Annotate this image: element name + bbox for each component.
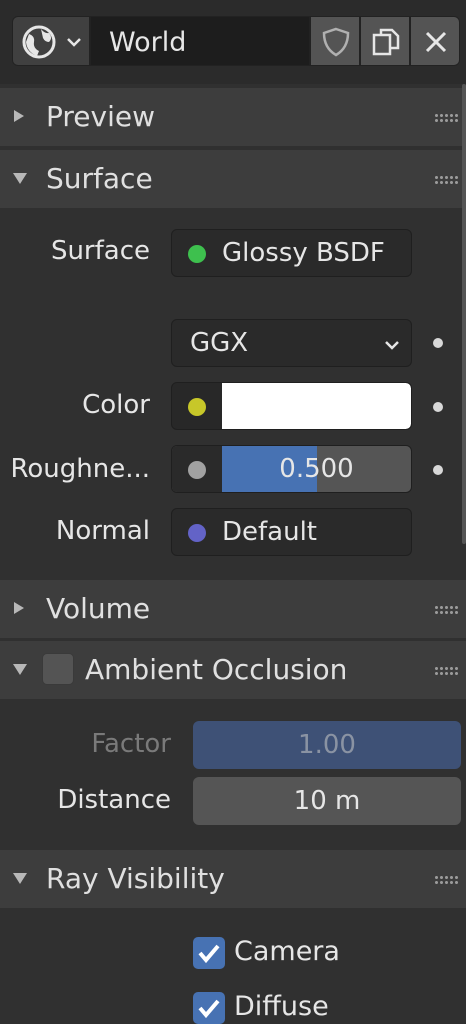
ao-enable-checkbox[interactable] (42, 653, 74, 685)
ao-distance-label: Distance (57, 785, 171, 815)
vector-socket-icon (188, 524, 206, 542)
keyframe-dot-icon[interactable] (433, 338, 443, 348)
world-icon (22, 25, 56, 59)
diffuse-label: Diffuse (234, 991, 329, 1022)
world-datablock-row: World (12, 16, 462, 66)
diffuse-checkbox[interactable] (193, 992, 225, 1024)
panel-surface-title: Surface (46, 162, 153, 195)
drag-handle-icon[interactable] (434, 605, 460, 615)
surface-shader-value: Glossy BSDF (222, 238, 385, 268)
roughness-slider[interactable]: 0.500 (171, 445, 412, 493)
float-socket-icon (188, 461, 206, 479)
fake-user-button[interactable] (310, 16, 360, 66)
drag-handle-icon[interactable] (434, 175, 460, 185)
ao-distance-field[interactable]: 10 m (193, 777, 461, 825)
surface-label: Surface (50, 236, 150, 266)
properties-header: World (0, 0, 466, 84)
duplicate-button[interactable] (360, 16, 410, 66)
color-swatch[interactable] (222, 383, 411, 429)
keyframe-dot-icon[interactable] (433, 465, 443, 475)
chevron-down-icon (385, 341, 399, 350)
panel-ray-visibility-title: Ray Visibility (46, 862, 225, 895)
surface-shader-field[interactable]: Glossy BSDF (171, 229, 412, 277)
panel-volume-title: Volume (46, 592, 151, 625)
panel-preview-header[interactable]: Preview (0, 88, 466, 146)
close-icon (425, 31, 447, 53)
camera-label: Camera (234, 936, 340, 967)
chevron-right-icon (14, 602, 24, 614)
world-type-dropdown[interactable] (12, 16, 90, 66)
normal-label: Normal (55, 516, 150, 546)
checkmark-icon (198, 999, 220, 1019)
panel-ray-visibility-header[interactable]: Ray Visibility (0, 850, 466, 908)
roughness-label: Roughne... (10, 454, 150, 484)
chevron-down-icon (67, 38, 81, 47)
shader-socket-icon (188, 245, 206, 263)
distribution-dropdown[interactable]: GGX (171, 319, 412, 367)
world-name-text: World (109, 27, 187, 58)
distribution-value: GGX (190, 328, 249, 358)
ao-factor-field[interactable]: 1.00 (193, 721, 461, 769)
chevron-down-icon (13, 173, 27, 184)
ao-factor-label: Factor (91, 729, 171, 759)
checkmark-icon (198, 944, 220, 964)
normal-input[interactable]: Default (171, 508, 412, 556)
roughness-value: 0.500 (279, 454, 354, 484)
scrollbar[interactable] (462, 84, 466, 544)
panel-preview-title: Preview (46, 100, 155, 133)
keyframe-dot-icon[interactable] (433, 402, 443, 412)
color-socket-icon (188, 398, 206, 416)
panel-surface-header[interactable]: Surface (0, 150, 466, 208)
panel-ao-header[interactable]: Ambient Occlusion (0, 641, 466, 699)
chevron-down-icon (13, 664, 27, 675)
drag-handle-icon[interactable] (434, 113, 460, 123)
chevron-down-icon (13, 873, 27, 884)
chevron-right-icon (14, 110, 24, 122)
shield-icon (322, 27, 350, 57)
drag-handle-icon[interactable] (434, 666, 460, 676)
unlink-button[interactable] (410, 16, 460, 66)
panel-volume-header[interactable]: Volume (0, 580, 466, 638)
drag-handle-icon[interactable] (434, 875, 460, 885)
panel-ao-title: Ambient Occlusion (85, 653, 348, 686)
color-label: Color (82, 390, 150, 420)
duplicate-icon (372, 28, 400, 56)
normal-value: Default (222, 517, 317, 547)
color-input[interactable] (171, 382, 412, 430)
world-name-field[interactable]: World (90, 16, 310, 66)
camera-checkbox[interactable] (193, 937, 225, 969)
